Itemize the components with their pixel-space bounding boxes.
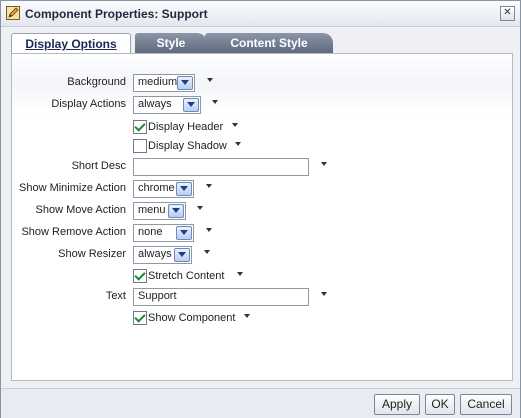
- background-select[interactable]: medium: [133, 74, 195, 92]
- show-remove-action-label: Show Remove Action: [21, 226, 126, 238]
- display-actions-select[interactable]: always: [133, 96, 201, 114]
- ok-button[interactable]: OK: [425, 394, 455, 415]
- short-desc-label: Short Desc: [71, 160, 126, 172]
- chevron-down-icon[interactable]: [203, 248, 211, 256]
- tab-style[interactable]: Style: [135, 33, 207, 53]
- display-actions-value: always: [138, 98, 172, 110]
- chevron-down-icon[interactable]: [196, 204, 204, 212]
- display-actions-row: Display Actions always: [12, 96, 512, 114]
- stretch-content-row: Stretch Content: [12, 268, 512, 286]
- show-minimize-action-row: Show Minimize Action chrome: [12, 180, 512, 198]
- display-header-checkbox[interactable]: [133, 120, 147, 134]
- close-icon[interactable]: ✕: [500, 6, 515, 21]
- window-title: Component Properties: Support: [25, 7, 208, 21]
- show-component-row: Show Component: [12, 310, 512, 328]
- display-actions-label: Display Actions: [51, 98, 126, 110]
- dropdown-arrow-icon[interactable]: [174, 248, 190, 262]
- background-row: Background medium: [12, 74, 512, 92]
- show-move-action-select[interactable]: menu: [133, 202, 186, 220]
- stretch-content-checkbox[interactable]: [133, 269, 147, 283]
- display-header-row: Display Header: [12, 119, 512, 137]
- show-resizer-value: always: [138, 248, 172, 260]
- title-bar: Component Properties: Support ✕: [1, 1, 520, 27]
- pencil-edit-icon: [6, 6, 20, 20]
- display-shadow-label: Display Shadow: [148, 140, 227, 152]
- chevron-down-icon[interactable]: [206, 76, 214, 84]
- background-label: Background: [67, 76, 126, 88]
- dropdown-arrow-icon[interactable]: [176, 226, 192, 240]
- cancel-button[interactable]: Cancel: [460, 394, 512, 415]
- chevron-down-icon[interactable]: [205, 182, 213, 190]
- button-bar: Apply OK Cancel: [1, 388, 520, 418]
- tab-content-style[interactable]: Content Style: [205, 33, 333, 53]
- chevron-down-icon[interactable]: [205, 226, 213, 234]
- show-resizer-row: Show Resizer always: [12, 246, 512, 264]
- chevron-down-icon[interactable]: [211, 98, 219, 106]
- show-resizer-label: Show Resizer: [58, 248, 126, 260]
- show-component-checkbox[interactable]: [133, 311, 147, 325]
- text-value: Support: [138, 290, 177, 302]
- show-component-label: Show Component: [148, 312, 236, 324]
- tab-display-options[interactable]: Display Options: [11, 33, 131, 54]
- show-minimize-action-select[interactable]: chrome: [133, 180, 194, 198]
- chevron-down-icon[interactable]: [243, 312, 251, 320]
- chevron-down-icon[interactable]: [234, 140, 242, 148]
- text-label: Text: [105, 290, 126, 302]
- dropdown-arrow-icon[interactable]: [183, 98, 199, 112]
- display-header-label: Display Header: [148, 121, 224, 133]
- tab-style-label: Style: [156, 36, 186, 50]
- tab-content-style-label: Content Style: [230, 36, 308, 50]
- stretch-content-label: Stretch Content: [148, 270, 225, 282]
- show-remove-action-value: none: [138, 226, 163, 238]
- chevron-down-icon[interactable]: [320, 290, 328, 298]
- short-desc-row: Short Desc: [12, 158, 512, 176]
- show-minimize-action-value: chrome: [138, 182, 175, 194]
- show-move-action-label: Show Move Action: [35, 204, 127, 216]
- short-desc-input[interactable]: [133, 158, 309, 176]
- text-input[interactable]: Support: [133, 288, 309, 306]
- show-resizer-select[interactable]: always: [133, 246, 192, 264]
- component-properties-dialog: Component Properties: Support ✕ Content …: [0, 0, 521, 418]
- tab-strip: Content Style Style Display Options: [11, 33, 511, 54]
- chevron-down-icon[interactable]: [231, 121, 239, 129]
- tab-display-options-label: Display Options: [25, 37, 117, 51]
- dropdown-arrow-icon[interactable]: [168, 204, 184, 218]
- show-minimize-action-label: Show Minimize Action: [19, 182, 126, 194]
- background-value: medium: [138, 76, 178, 88]
- display-options-panel: Background medium Display Actions always…: [11, 53, 513, 381]
- display-shadow-checkbox[interactable]: [133, 139, 147, 153]
- show-move-action-value: menu: [138, 204, 166, 216]
- display-shadow-row: Display Shadow: [12, 138, 512, 156]
- show-remove-action-select[interactable]: none: [133, 224, 194, 242]
- apply-button[interactable]: Apply: [374, 394, 420, 415]
- dropdown-arrow-icon[interactable]: [177, 76, 193, 90]
- show-remove-action-row: Show Remove Action none: [12, 224, 512, 242]
- dropdown-arrow-icon[interactable]: [176, 182, 192, 196]
- chevron-down-icon[interactable]: [236, 270, 244, 278]
- chevron-down-icon[interactable]: [320, 160, 328, 168]
- text-row: Text Support: [12, 288, 512, 306]
- show-move-action-row: Show Move Action menu: [12, 202, 512, 220]
